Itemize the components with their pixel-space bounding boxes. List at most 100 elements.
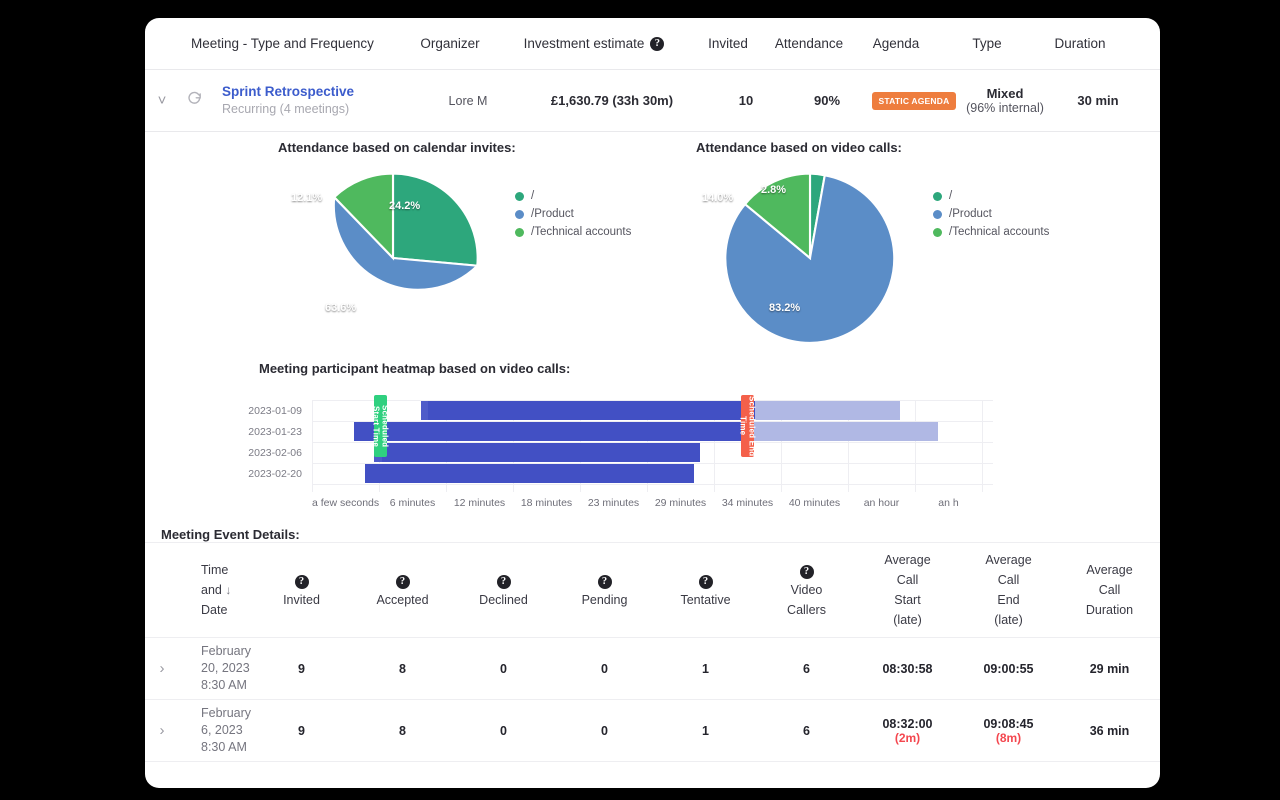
events-column-header-avg-start[interactable]: AverageCallStart(late): [857, 550, 958, 631]
type-sub-value: (96% internal): [959, 101, 1051, 115]
help-icon[interactable]: ?: [650, 37, 664, 51]
events-column-header-tentative[interactable]: ?Tentative: [655, 570, 756, 611]
column-header-agenda[interactable]: Agenda: [851, 36, 941, 51]
scheduled-start-time-label: Scheduled Start Time: [372, 395, 390, 457]
heatmap-bar-overrun-0[interactable]: [755, 401, 900, 420]
scheduled-end-time-label: Scheduled End Time: [739, 395, 757, 457]
events-col-avgend-inner: AverageCallEnd(late): [958, 550, 1059, 631]
event-avg-duration-value: 36 min: [1059, 724, 1160, 738]
expand-event-button[interactable]: ›: [145, 660, 179, 678]
column-header-invited[interactable]: Invited: [689, 36, 767, 51]
heatmap-xtick-6: 34 minutes: [714, 497, 781, 509]
event-date-line3: 8:30 AM: [179, 739, 251, 756]
events-column-header-date-inner: Time and ↓ Date: [179, 560, 251, 621]
events-column-header-accepted[interactable]: ?Accepted: [352, 570, 453, 611]
pie-2-label-root: 2.8%: [761, 184, 786, 196]
chevron-right-icon: ›: [160, 723, 165, 738]
event-date-line1: February: [179, 705, 251, 722]
event-avg-start-late: (2m): [857, 731, 958, 745]
expand-row-button[interactable]: ˅: [145, 92, 179, 110]
column-header-agenda-label: Agenda: [873, 36, 920, 51]
heatmap-ylabel-2: 2023-02-06: [240, 447, 302, 459]
l1: Average: [985, 553, 1031, 567]
legend-item-technical-2[interactable]: /Technical accounts: [933, 223, 1049, 241]
events-column-header-invited[interactable]: ?Invited: [251, 570, 352, 611]
heatmap-xtick-8: an hour: [848, 497, 915, 509]
meeting-row[interactable]: ˅ Sprint Retrospective Recurring (4 meet…: [145, 70, 1160, 132]
heatmap-bar-core-1[interactable]: [354, 422, 748, 441]
events-col-declined-label: Declined: [479, 593, 528, 607]
column-header-type-label: Type: [972, 36, 1001, 51]
legend-item-product[interactable]: /Product: [515, 205, 631, 223]
legend-item-technical[interactable]: /Technical accounts: [515, 223, 631, 241]
column-header-invited-label: Invited: [708, 36, 748, 51]
column-header-type[interactable]: Type: [941, 36, 1033, 51]
help-icon[interactable]: ?: [295, 575, 309, 589]
legend-dot-technical-2: [933, 228, 942, 237]
legend-dot-root-2: [933, 192, 942, 201]
heatmap-gridline-v9: [915, 400, 916, 492]
pie-1-label-product: 63.6%: [325, 302, 356, 314]
event-accepted-value: 8: [352, 662, 453, 676]
column-header-investment[interactable]: Investment estimate ?: [499, 36, 689, 51]
event-avg-start-value: 08:32:00: [857, 717, 958, 731]
heatmap-bar-lead-0: [421, 401, 428, 420]
table-row[interactable]: › February 20, 2023 8:30 AM 9 8 0 0 1 6 …: [145, 638, 1160, 700]
heatmap-ylabel-3: 2023-02-20: [240, 468, 302, 480]
table-row[interactable]: › February 6, 2023 8:30 AM 9 8 0 0 1 6 0…: [145, 700, 1160, 762]
legend-item-root-2[interactable]: /: [933, 187, 1049, 205]
refresh-recurring-icon: [186, 90, 203, 107]
scheduled-end-time-marker[interactable]: Scheduled End Time: [741, 395, 754, 457]
event-video-callers-value: 6: [756, 662, 857, 676]
column-header-meeting[interactable]: Meeting - Type and Frequency: [191, 36, 401, 51]
meeting-name-cell[interactable]: Sprint Retrospective Recurring (4 meetin…: [209, 83, 419, 118]
column-header-organizer[interactable]: Organizer: [401, 36, 499, 51]
help-icon[interactable]: ?: [800, 565, 814, 579]
meeting-subtitle: Recurring (4 meetings): [222, 101, 419, 118]
pie-1-svg: [305, 170, 481, 346]
events-column-header-date[interactable]: Time and ↓ Date: [179, 560, 251, 621]
help-icon[interactable]: ?: [396, 575, 410, 589]
heatmap-gridline-v0: [312, 400, 313, 492]
heatmap-gridline-v10: [982, 400, 983, 492]
column-header-meeting-label: Meeting - Type and Frequency: [191, 36, 374, 51]
event-date-line3: 8:30 AM: [179, 677, 251, 694]
events-column-header-avg-duration[interactable]: AverageCallDuration: [1059, 560, 1160, 621]
column-header-duration[interactable]: Duration: [1033, 36, 1127, 51]
pie-1-legend: / /Product /Technical accounts: [515, 187, 631, 241]
scheduled-start-time-marker[interactable]: Scheduled Start Time: [374, 395, 387, 457]
events-column-header-pending[interactable]: ?Pending: [554, 570, 655, 611]
pie-1-label-root: 24.2%: [389, 200, 420, 212]
pie-2-label-technical: 14.0%: [702, 192, 733, 204]
heatmap-bar-overrun-1[interactable]: [748, 422, 938, 441]
events-column-header-declined[interactable]: ? Declined: [453, 570, 554, 611]
legend-dot-product-2: [933, 210, 942, 219]
event-declined-value: 0: [453, 662, 554, 676]
heatmap-chart: 2023-01-09 2023-01-23 2023-02-06 2023-02…: [145, 347, 1160, 527]
attendance-pies-section: Attendance based on calendar invites: 12…: [145, 132, 1160, 347]
chevron-right-icon: ›: [160, 661, 165, 676]
legend-item-root[interactable]: /: [515, 187, 631, 205]
agenda-cell: STATIC AGENDA: [869, 91, 959, 110]
expand-event-button[interactable]: ›: [145, 722, 179, 740]
help-icon[interactable]: ?: [497, 575, 511, 589]
help-icon[interactable]: ?: [699, 575, 713, 589]
help-icon[interactable]: ?: [598, 575, 612, 589]
heatmap-bar-core-3[interactable]: [365, 464, 694, 483]
event-pending-value: 0: [554, 662, 655, 676]
legend-item-product-2[interactable]: /Product: [933, 205, 1049, 223]
events-column-header-video-callers[interactable]: ?VideoCallers: [756, 560, 857, 621]
sort-down-arrow-icon[interactable]: ↓: [225, 583, 231, 597]
l2: Call: [998, 573, 1020, 587]
heatmap-bar-core-0[interactable]: [421, 401, 755, 420]
column-header-attendance[interactable]: Attendance: [767, 36, 851, 51]
column-header-investment-label: Investment estimate: [524, 36, 645, 51]
heatmap-bar-core-2[interactable]: [374, 443, 700, 462]
meeting-title[interactable]: Sprint Retrospective: [222, 83, 419, 101]
column-header-attendance-label: Attendance: [775, 36, 843, 51]
organizer-value: Lore M: [419, 94, 517, 108]
heatmap-ylabel-0: 2023-01-09: [240, 405, 302, 417]
pie-1-slice-root[interactable]: [393, 174, 478, 266]
l3: Duration: [1086, 603, 1133, 617]
events-column-header-avg-end[interactable]: AverageCallEnd(late): [958, 550, 1059, 631]
